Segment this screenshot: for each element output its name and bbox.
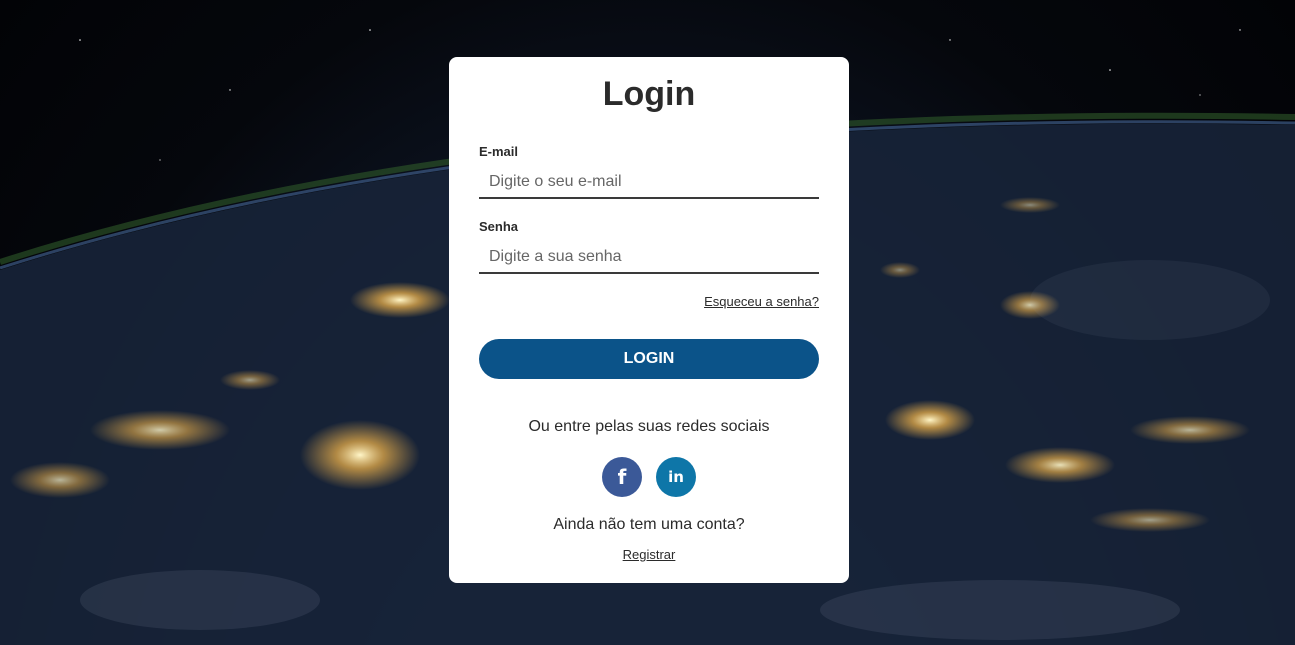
login-button[interactable]: LOGIN xyxy=(479,339,819,379)
login-card: Login E-mail Senha Esqueceu a senha? LOG… xyxy=(449,57,849,583)
email-label: E-mail xyxy=(479,144,519,159)
facebook-login-button[interactable]: f xyxy=(602,457,642,497)
email-input[interactable] xyxy=(479,167,819,199)
password-input[interactable] xyxy=(479,242,819,274)
forgot-password-link[interactable]: Esqueceu a senha? xyxy=(704,294,819,309)
facebook-icon: f xyxy=(617,465,627,489)
linkedin-login-button[interactable]: in xyxy=(656,457,696,497)
login-title: Login xyxy=(602,75,696,113)
register-container: Registrar xyxy=(449,547,849,562)
register-link[interactable]: Registrar xyxy=(623,547,676,562)
social-buttons-row: f in xyxy=(449,457,849,497)
no-account-text: Ainda não tem uma conta? xyxy=(553,516,745,533)
linkedin-icon: in xyxy=(668,468,684,486)
social-login-prompt: Ou entre pelas suas redes sociais xyxy=(528,418,770,435)
password-label: Senha xyxy=(479,219,519,234)
